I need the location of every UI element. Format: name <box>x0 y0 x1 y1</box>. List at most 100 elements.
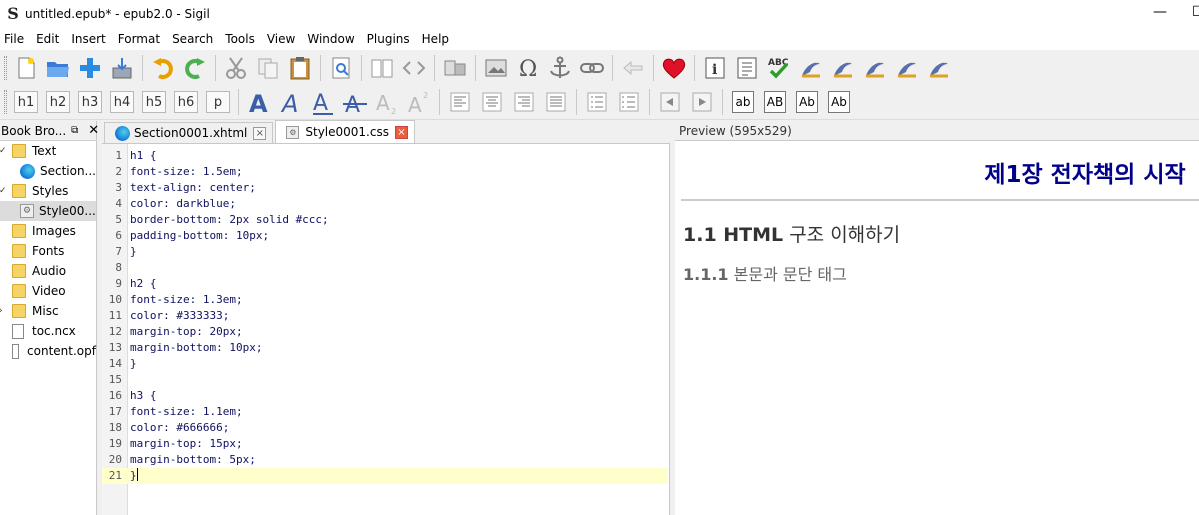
heading-h5-button[interactable]: h5 <box>142 91 166 113</box>
bold-icon[interactable]: A <box>243 87 275 117</box>
close-panel-icon[interactable]: ✕ <box>88 123 99 138</box>
expand-toggle-icon[interactable]: ✓ <box>0 146 7 156</box>
tree-folder-styles[interactable]: ✓ Styles <box>0 181 96 201</box>
code-line[interactable]: 9 h2 { <box>102 276 668 292</box>
tree-file-toc[interactable]: toc.ncx <box>0 321 96 341</box>
code-line[interactable]: 5 border-bottom: 2px solid #ccc; <box>102 212 668 228</box>
tree-folder-audio[interactable]: Audio <box>0 261 96 281</box>
add-file-icon[interactable] <box>74 53 106 83</box>
menu-window[interactable]: Window <box>301 28 360 50</box>
increase-indent-icon[interactable] <box>686 87 718 117</box>
italic-icon[interactable]: A <box>275 87 307 117</box>
code-line[interactable]: 12 margin-top: 20px; <box>102 324 668 340</box>
align-right-icon[interactable] <box>508 87 540 117</box>
tree-file-style[interactable]: ⚙ Style00... <box>0 201 96 221</box>
code-line[interactable]: 3 text-align: center; <box>102 180 668 196</box>
cut-icon[interactable] <box>220 53 252 83</box>
code-line[interactable]: 20 margin-bottom: 5px; <box>102 452 668 468</box>
code-line[interactable]: 19 margin-top: 15px; <box>102 436 668 452</box>
menu-tools[interactable]: Tools <box>219 28 261 50</box>
expand-toggle-icon[interactable]: › <box>0 306 7 316</box>
heart-icon[interactable] <box>658 53 690 83</box>
superscript-icon[interactable]: A2 <box>403 87 435 117</box>
tree-folder-video[interactable]: Video <box>0 281 96 301</box>
menu-insert[interactable]: Insert <box>65 28 111 50</box>
code-line[interactable]: 2 font-size: 1.5em; <box>102 164 668 180</box>
expand-toggle-icon[interactable]: ✓ <box>0 186 7 196</box>
clean-html-icon-4[interactable] <box>891 53 923 83</box>
heading-h6-button[interactable]: h6 <box>174 91 198 113</box>
strikethrough-icon[interactable]: A <box>339 87 371 117</box>
insert-image-icon[interactable] <box>480 53 512 83</box>
decrease-indent-icon[interactable] <box>654 87 686 117</box>
link-icon[interactable] <box>576 53 608 83</box>
special-character-icon[interactable]: Ω <box>512 53 544 83</box>
code-line[interactable]: 17 font-size: 1.1em; <box>102 404 668 420</box>
code-line[interactable]: 11 color: #333333; <box>102 308 668 324</box>
code-line[interactable]: 6 padding-bottom: 10px; <box>102 228 668 244</box>
tab-section0001[interactable]: Section0001.xhtml × <box>104 122 274 143</box>
align-left-icon[interactable] <box>444 87 476 117</box>
clean-html-icon-3[interactable] <box>859 53 891 83</box>
clean-html-icon-2[interactable] <box>827 53 859 83</box>
menu-search[interactable]: Search <box>166 28 219 50</box>
bullet-list-icon[interactable] <box>581 87 613 117</box>
heading-h4-button[interactable]: h4 <box>110 91 134 113</box>
split-icon[interactable] <box>439 53 471 83</box>
heading-h2-button[interactable]: h2 <box>46 91 70 113</box>
menu-view[interactable]: View <box>261 28 301 50</box>
code-line[interactable]: 21} <box>102 468 668 484</box>
toolbar-grip[interactable] <box>4 90 7 114</box>
tree-folder-text[interactable]: ✓ Text <box>0 141 96 161</box>
menu-plugins[interactable]: Plugins <box>361 28 416 50</box>
code-line[interactable]: 14} <box>102 356 668 372</box>
code-view-icon[interactable] <box>398 53 430 83</box>
copy-icon[interactable] <box>252 53 284 83</box>
code-line[interactable]: 18 color: #666666; <box>102 420 668 436</box>
code-line[interactable]: 15 <box>102 372 668 388</box>
clean-html-icon-5[interactable] <box>923 53 955 83</box>
menu-help[interactable]: Help <box>416 28 455 50</box>
align-center-icon[interactable] <box>476 87 508 117</box>
tree-file-content-opf[interactable]: content.opf <box>0 341 96 361</box>
numbered-list-icon[interactable] <box>613 87 645 117</box>
tree-file-section[interactable]: Section... <box>0 161 96 181</box>
back-arrow-icon[interactable] <box>617 53 649 83</box>
code-editor[interactable]: 1 h1 {2 font-size: 1.5em; 3 text-align: cent… <box>102 144 670 515</box>
menu-edit[interactable]: Edit <box>30 28 65 50</box>
tree-folder-fonts[interactable]: Fonts <box>0 241 96 261</box>
menu-file[interactable]: File <box>0 28 30 50</box>
minimize-button[interactable]: — <box>1150 4 1170 22</box>
spellcheck-icon[interactable]: ABC <box>763 53 795 83</box>
code-line[interactable]: 1 h1 { <box>102 148 668 164</box>
toolbar-grip[interactable] <box>4 55 7 80</box>
code-line[interactable]: 13 margin-bottom: 10px; <box>102 340 668 356</box>
save-icon[interactable] <box>106 53 138 83</box>
preview-pane[interactable]: 제1장 전자책의 시작 1.1 HTML 구조 이해하기 1.1.1 본문과 문… <box>675 141 1199 515</box>
uppercase-button[interactable]: AB <box>764 91 786 113</box>
titlecase-button[interactable]: Ab <box>796 91 818 113</box>
lowercase-button[interactable]: ab <box>732 91 754 113</box>
code-line[interactable]: 4 color: darkblue; <box>102 196 668 212</box>
tree-folder-images[interactable]: Images <box>0 221 96 241</box>
clean-html-icon[interactable] <box>795 53 827 83</box>
underline-icon[interactable]: A <box>307 87 339 117</box>
open-folder-icon[interactable] <box>42 53 74 83</box>
heading-h3-button[interactable]: h3 <box>78 91 102 113</box>
tab-style0001[interactable]: ⚙ Style0001.css × <box>275 120 415 143</box>
code-line[interactable]: 10 font-size: 1.3em; <box>102 292 668 308</box>
heading-h1-button[interactable]: h1 <box>14 91 38 113</box>
capitalize-button[interactable]: Ab <box>828 91 850 113</box>
close-tab-icon[interactable]: × <box>394 125 408 139</box>
code-line[interactable]: 8 <box>102 260 668 276</box>
code-line[interactable]: 7} <box>102 244 668 260</box>
align-justify-icon[interactable] <box>540 87 572 117</box>
table-of-contents-icon[interactable] <box>731 53 763 83</box>
paragraph-button[interactable]: p <box>206 91 230 113</box>
metadata-info-icon[interactable]: i <box>699 53 731 83</box>
subscript-icon[interactable]: A2 <box>371 87 403 117</box>
undo-icon[interactable] <box>147 53 179 83</box>
float-panel-icon[interactable]: ⧉ <box>71 125 78 136</box>
redo-icon[interactable] <box>179 53 211 83</box>
book-view-icon[interactable] <box>366 53 398 83</box>
